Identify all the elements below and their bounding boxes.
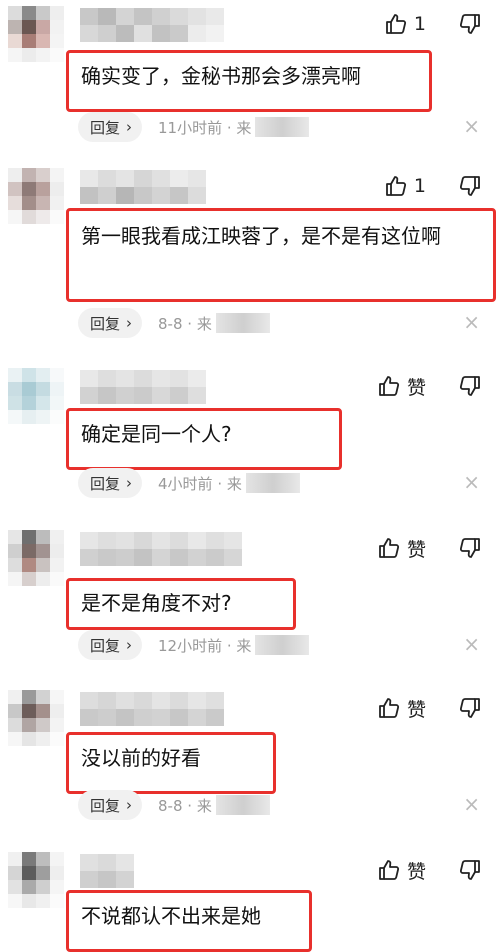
thumbs-down-icon (459, 538, 480, 558)
dislike-button[interactable] (458, 858, 482, 886)
close-icon[interactable]: × (463, 310, 480, 334)
like-button[interactable]: 1 (384, 168, 426, 204)
reply-label: 回复 (90, 796, 121, 815)
comment-time: 8-8 · 来 (158, 796, 212, 815)
comment-text: 确实变了，金秘书那会多漂亮啊 (66, 50, 432, 112)
reply-label: 回复 (90, 636, 121, 655)
like-label: 赞 (406, 376, 426, 399)
thumbs-down-icon (459, 698, 480, 718)
dislike-button[interactable] (458, 696, 482, 724)
username-redacted[interactable] (80, 532, 242, 566)
close-icon[interactable]: × (463, 114, 480, 138)
comment-time: 8-8 · 来 (158, 314, 212, 333)
comment-text-content: 确实变了，金秘书那会多漂亮啊 (81, 64, 361, 88)
thumbs-up-icon (379, 538, 400, 558)
like-label: 赞 (406, 538, 426, 561)
thumbs-down-icon (459, 376, 480, 396)
like-button[interactable]: 赞 (377, 690, 426, 726)
thumbs-up-icon (379, 698, 400, 718)
chevron-right-icon: › (126, 474, 133, 492)
thumbs-up-icon (379, 860, 400, 880)
reply-label: 回复 (90, 314, 121, 333)
redacted-location (255, 635, 310, 655)
comment-time: 11小时前 · 来 (158, 118, 252, 137)
close-icon[interactable]: × (463, 792, 480, 816)
close-icon[interactable]: × (463, 632, 480, 656)
comment-text-content: 第一眼我看成江映蓉了，是不是有这位啊 (81, 224, 441, 248)
chevron-right-icon: › (126, 118, 133, 136)
like-count: 1 (413, 175, 426, 197)
comment-item: 1 第一眼我看成江映蓉了，是不是有这位啊 回复 › 8-8 · 来 × (0, 168, 498, 338)
comment-text: 不说都认不出来是她 (66, 890, 312, 952)
redacted-location (215, 795, 270, 815)
reply-label: 回复 (90, 118, 121, 137)
comment-item: 赞 没以前的好看 回复 › 8-8 · 来 × (0, 690, 498, 825)
reply-button[interactable]: 回复 › (78, 630, 143, 660)
thumbs-down-icon (459, 860, 480, 880)
comment-item: 赞 是不是角度不对? 回复 › 12小时前 · 来 × (0, 530, 498, 660)
username-redacted[interactable] (80, 370, 206, 404)
comment-meta: 回复 › 12小时前 · 来 (78, 630, 310, 660)
comment-text-content: 不说都认不出来是她 (81, 904, 261, 928)
avatar[interactable] (8, 690, 64, 746)
comment-text-content: 确定是同一个人? (81, 422, 232, 446)
comment-meta: 回复 › 11小时前 · 来 (78, 112, 310, 142)
like-button[interactable]: 赞 (377, 530, 426, 566)
chevron-right-icon: › (126, 796, 133, 814)
username-redacted[interactable] (80, 854, 134, 888)
comment-time: 4小时前 · 来 (158, 474, 242, 493)
like-button[interactable]: 赞 (377, 368, 426, 404)
close-icon[interactable]: × (463, 470, 480, 494)
like-button[interactable]: 赞 (377, 852, 426, 888)
comment-text: 确定是同一个人? (66, 408, 342, 470)
username-redacted[interactable] (80, 692, 224, 726)
comment-text-content: 是不是角度不对? (81, 591, 232, 615)
comment-meta: 回复 › 4小时前 · 来 (78, 468, 300, 498)
like-count: 1 (413, 13, 426, 35)
comment-text: 第一眼我看成江映蓉了，是不是有这位啊 (66, 208, 496, 302)
dislike-button[interactable] (458, 536, 482, 564)
comment-meta: 回复 › 8-8 · 来 (78, 308, 270, 338)
reply-button[interactable]: 回复 › (78, 790, 143, 820)
thumbs-up-icon (386, 176, 406, 196)
username-redacted[interactable] (80, 170, 206, 204)
comment-item: 赞 确定是同一个人? 回复 › 4小时前 · 来 × (0, 368, 498, 498)
dislike-button[interactable] (458, 12, 482, 40)
avatar[interactable] (8, 530, 64, 586)
comment-text: 没以前的好看 (66, 732, 276, 794)
avatar[interactable] (8, 6, 64, 62)
avatar[interactable] (8, 368, 64, 424)
dislike-button[interactable] (458, 174, 482, 202)
reply-button[interactable]: 回复 › (78, 468, 143, 498)
like-button[interactable]: 1 (384, 6, 426, 42)
comment-text: 是不是角度不对? (66, 578, 296, 630)
thumbs-down-icon (459, 14, 480, 34)
comment-item: 赞 不说都认不出来是她 (0, 852, 498, 952)
reply-button[interactable]: 回复 › (78, 112, 143, 142)
like-label: 赞 (406, 698, 426, 721)
like-label: 赞 (406, 860, 426, 883)
comment-meta: 回复 › 8-8 · 来 (78, 790, 270, 820)
chevron-right-icon: › (126, 314, 133, 332)
comment-text-content: 没以前的好看 (81, 746, 201, 770)
chevron-right-icon: › (126, 636, 133, 654)
avatar[interactable] (8, 852, 64, 908)
username-redacted[interactable] (80, 8, 224, 42)
comment-time: 12小时前 · 来 (158, 636, 252, 655)
thumbs-down-icon (459, 176, 480, 196)
thumbs-up-icon (379, 376, 400, 396)
thumbs-up-icon (386, 14, 406, 34)
reply-button[interactable]: 回复 › (78, 308, 143, 338)
redacted-location (245, 473, 300, 493)
reply-label: 回复 (90, 474, 121, 493)
redacted-location (215, 313, 270, 333)
avatar[interactable] (8, 168, 64, 224)
redacted-location (255, 117, 310, 137)
dislike-button[interactable] (458, 374, 482, 402)
comment-item: 1 确实变了，金秘书那会多漂亮啊 回复 › 11小时前 · 来 × (0, 6, 498, 146)
